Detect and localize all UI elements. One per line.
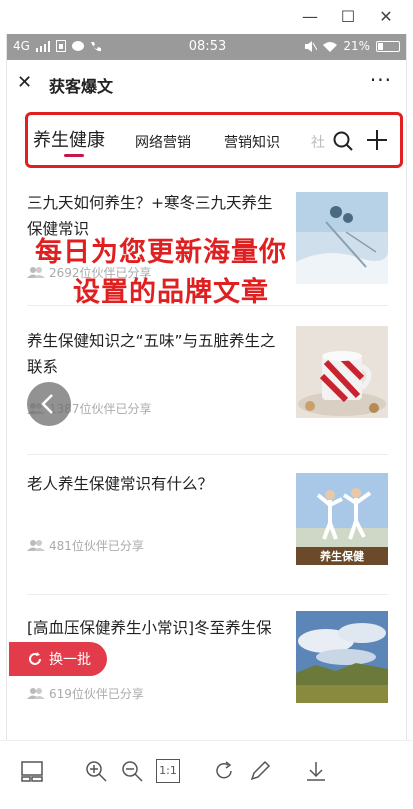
tabs-highlight-frame (25, 112, 403, 168)
more-options-icon[interactable]: ··· (370, 68, 392, 92)
zoom-in-icon[interactable] (84, 759, 108, 783)
thumbnail-view-icon[interactable] (20, 759, 44, 783)
maximize-button[interactable]: ☐ (336, 6, 360, 28)
article-title[interactable]: 老人养生保健常识有什么？ (27, 471, 285, 497)
download-icon[interactable] (304, 759, 328, 783)
wifi-icon (323, 41, 338, 52)
snow-winter-image (296, 192, 388, 284)
mute-icon (305, 40, 318, 52)
battery-icon (376, 40, 400, 52)
refresh-batch-button[interactable]: 换一批 (9, 642, 107, 676)
window-close-button[interactable]: ✕ (374, 6, 398, 28)
people-icon (27, 688, 45, 699)
share-count: 481位伙伴已分享 (49, 539, 144, 553)
share-count: 619位伙伴已分享 (49, 687, 144, 701)
people-icon (27, 540, 45, 551)
elderly-exercise-image: 养生保健 (296, 473, 388, 565)
article-shares: 481位伙伴已分享 (27, 537, 144, 554)
promo-line-2: 设置的品牌文章 (73, 277, 269, 308)
thumb-caption: 养生保健 (319, 549, 365, 563)
edit-icon[interactable] (248, 759, 272, 783)
back-button[interactable] (27, 382, 71, 426)
page-title: 获客爆文 (49, 77, 114, 96)
app-header: ✕ 获客爆文 ··· (7, 60, 406, 108)
actual-size-icon[interactable]: 1:1 (156, 759, 180, 783)
viewer-toolbar: 1:1 (0, 740, 413, 809)
chevron-left-icon (41, 394, 53, 414)
rotate-icon[interactable] (212, 759, 236, 783)
minimize-button[interactable]: — (298, 6, 322, 28)
status-bar: 4G 08:53 21% (7, 34, 406, 60)
article-item[interactable]: 老人养生保健常识有什么？ 481位伙伴已分享 养生保健 (7, 455, 406, 595)
cup-dessert-image (296, 326, 388, 418)
window-title-bar: — ☐ ✕ (0, 0, 413, 34)
close-icon[interactable]: ✕ (17, 72, 32, 93)
article-title[interactable]: 养生保健知识之“五味”与五脏养生之联系 (27, 328, 285, 380)
status-right: 21% (305, 39, 400, 53)
article-item[interactable]: 养生保健知识之“五味”与五脏养生之联系 1387位伙伴已分享 (7, 306, 406, 454)
zoom-out-icon[interactable] (120, 759, 144, 783)
promo-line-1: 每日为您更新海量你 (35, 237, 287, 268)
article-shares: 619位伙伴已分享 (27, 685, 144, 702)
phone-screen: 4G 08:53 21% ✕ 获客爆文 ··· 养生健康 网络营销 营销知识 社… (6, 34, 407, 809)
refresh-icon (29, 652, 41, 665)
refresh-label: 换一批 (49, 652, 91, 668)
category-tabs: 养生健康 网络营销 营销知识 社 (7, 108, 406, 168)
battery-percent: 21% (343, 39, 370, 53)
landscape-sky-image (296, 611, 388, 703)
